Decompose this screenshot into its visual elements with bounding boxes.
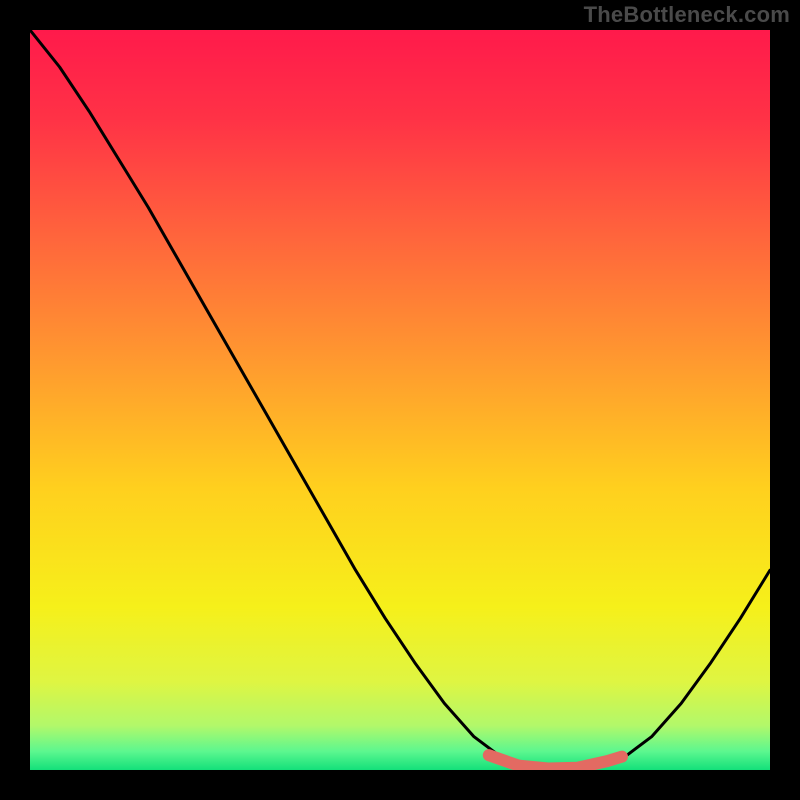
gradient-background (30, 30, 770, 770)
bottleneck-chart (30, 30, 770, 770)
chart-svg (30, 30, 770, 770)
attribution-text: TheBottleneck.com (584, 2, 790, 28)
